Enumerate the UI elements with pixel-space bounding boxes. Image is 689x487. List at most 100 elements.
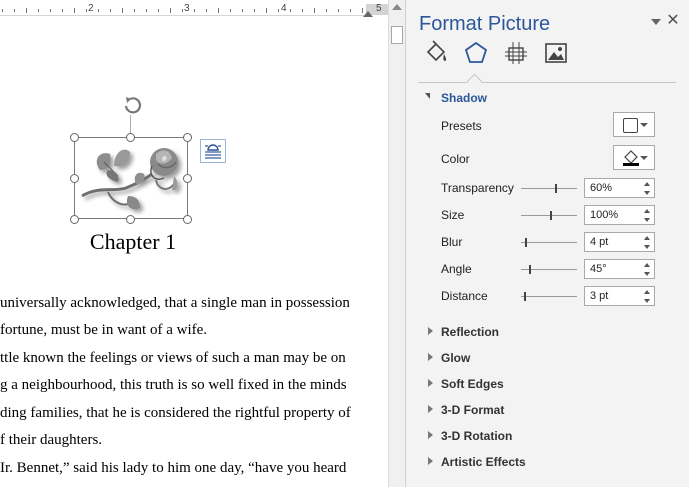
blur-value[interactable]: 4 pt bbox=[590, 236, 608, 248]
ruler-tick bbox=[86, 9, 87, 12]
spin-up-icon[interactable] bbox=[644, 263, 650, 267]
resize-handle-top-left[interactable] bbox=[70, 133, 79, 142]
resize-handle-bottom[interactable] bbox=[126, 215, 135, 224]
size-slider-thumb[interactable] bbox=[550, 211, 552, 220]
section-shadow[interactable]: Shadow bbox=[441, 91, 487, 105]
horizontal-ruler[interactable]: 2 3 4 5 bbox=[0, 0, 388, 18]
blur-slider-thumb[interactable] bbox=[525, 238, 527, 247]
distance-spinbox[interactable]: 3 pt bbox=[584, 286, 655, 306]
spin-up-icon[interactable] bbox=[644, 182, 650, 186]
ruler-tick bbox=[134, 9, 135, 12]
close-icon[interactable]: ✕ bbox=[666, 13, 680, 29]
resize-handle-bottom-right[interactable] bbox=[183, 215, 192, 224]
shadow-preset-icon bbox=[623, 118, 638, 133]
size-slider[interactable] bbox=[521, 211, 577, 220]
ruler-tick bbox=[230, 9, 231, 12]
rotate-handle-icon[interactable] bbox=[121, 94, 143, 116]
resize-handle-bottom-left[interactable] bbox=[70, 215, 79, 224]
collapsed-arrow-icon[interactable] bbox=[428, 353, 433, 361]
angle-value[interactable]: 45° bbox=[590, 263, 607, 275]
presets-dropdown[interactable] bbox=[613, 112, 655, 137]
size-spinbox[interactable]: 100% bbox=[584, 205, 655, 225]
angle-slider-thumb[interactable] bbox=[529, 265, 531, 274]
ruler-tick bbox=[242, 9, 243, 12]
body-text-line[interactable]: g a neighbourhood, this truth is so well… bbox=[0, 377, 347, 394]
rose-picture[interactable] bbox=[78, 140, 184, 216]
body-text-line[interactable]: universally acknowledged, that a single … bbox=[0, 295, 350, 312]
angle-spinbox[interactable]: 45° bbox=[584, 259, 655, 279]
ruler-tick bbox=[62, 9, 63, 12]
body-text-line[interactable]: ding families, that he is considered the… bbox=[0, 405, 351, 422]
layout-options-icon bbox=[205, 144, 221, 159]
transparency-value[interactable]: 60% bbox=[590, 182, 612, 194]
spin-up-icon[interactable] bbox=[644, 236, 650, 240]
vertical-scrollbar[interactable] bbox=[388, 0, 405, 487]
angle-slider[interactable] bbox=[521, 265, 577, 274]
size-label: Size bbox=[441, 208, 465, 222]
transparency-slider[interactable] bbox=[521, 184, 577, 193]
expanded-arrow-icon[interactable] bbox=[425, 93, 430, 99]
ruler-tick bbox=[266, 8, 267, 13]
scroll-up-arrow-icon[interactable] bbox=[392, 4, 402, 10]
spin-down-icon[interactable] bbox=[644, 272, 650, 276]
body-text-line[interactable]: Ir. Bennet,” said his lady to him one da… bbox=[0, 460, 346, 477]
body-text-line[interactable]: fortune, must be in want of a wife. bbox=[0, 322, 207, 339]
transparency-spinbox[interactable]: 60% bbox=[584, 178, 655, 198]
resize-handle-top[interactable] bbox=[126, 133, 135, 142]
ruler-tick bbox=[302, 9, 303, 12]
collapsed-arrow-icon[interactable] bbox=[428, 327, 433, 335]
ruler-mark: 5 bbox=[376, 3, 382, 14]
resize-handle-top-right[interactable] bbox=[183, 133, 192, 142]
color-swatch bbox=[623, 163, 639, 166]
picture-icon[interactable] bbox=[543, 40, 569, 66]
section-reflection[interactable]: Reflection bbox=[441, 325, 499, 339]
transparency-slider-thumb[interactable] bbox=[555, 184, 557, 193]
fill-line-icon[interactable] bbox=[423, 40, 449, 66]
section-glow[interactable]: Glow bbox=[441, 351, 470, 365]
section-soft-edges[interactable]: Soft Edges bbox=[441, 377, 504, 391]
scroll-thumb[interactable] bbox=[391, 26, 403, 44]
effects-icon[interactable] bbox=[463, 40, 489, 66]
ruler-tick bbox=[290, 9, 291, 12]
ruler-tick bbox=[26, 8, 27, 13]
section-artistic-effects[interactable]: Artistic Effects bbox=[441, 455, 526, 469]
document-area[interactable]: 2 3 4 5 Chapter 1 universally acknowledg… bbox=[0, 0, 388, 487]
category-divider bbox=[418, 82, 676, 83]
size-value[interactable]: 100% bbox=[590, 209, 618, 221]
blur-spinbox[interactable]: 4 pt bbox=[584, 232, 655, 252]
spin-down-icon[interactable] bbox=[644, 299, 650, 303]
resize-handle-right[interactable] bbox=[183, 174, 192, 183]
distance-value[interactable]: 3 pt bbox=[590, 290, 608, 302]
chapter-heading[interactable]: Chapter 1 bbox=[0, 229, 266, 255]
body-text-line[interactable]: ttle known the feelings or views of such… bbox=[0, 350, 346, 367]
spin-up-icon[interactable] bbox=[644, 290, 650, 294]
section-3-d-rotation[interactable]: 3-D Rotation bbox=[441, 429, 512, 443]
ruler-tick bbox=[98, 9, 99, 12]
layout-options-button[interactable] bbox=[200, 139, 226, 163]
distance-slider-thumb[interactable] bbox=[524, 292, 526, 301]
blur-slider[interactable] bbox=[521, 238, 577, 247]
shadow-color-dropdown[interactable] bbox=[613, 145, 655, 170]
chevron-down-icon bbox=[640, 156, 648, 160]
chevron-down-icon bbox=[640, 123, 648, 127]
right-indent-marker[interactable] bbox=[363, 11, 373, 17]
collapsed-arrow-icon[interactable] bbox=[428, 457, 433, 465]
pane-options-icon[interactable] bbox=[650, 17, 662, 27]
spin-down-icon[interactable] bbox=[644, 218, 650, 222]
spin-down-icon[interactable] bbox=[644, 191, 650, 195]
size-properties-icon[interactable] bbox=[503, 40, 529, 66]
collapsed-arrow-icon[interactable] bbox=[428, 379, 433, 387]
section-3-d-format[interactable]: 3-D Format bbox=[441, 403, 504, 417]
ruler-tick bbox=[50, 9, 51, 12]
body-text-line[interactable]: f their daughters. bbox=[0, 432, 102, 449]
collapsed-arrow-icon[interactable] bbox=[428, 405, 433, 413]
spin-up-icon[interactable] bbox=[644, 209, 650, 213]
ruler-mark: 3 bbox=[184, 3, 190, 14]
resize-handle-left[interactable] bbox=[70, 174, 79, 183]
spin-down-icon[interactable] bbox=[644, 245, 650, 249]
distance-slider[interactable] bbox=[521, 292, 577, 301]
collapsed-arrow-icon[interactable] bbox=[428, 431, 433, 439]
ruler-mark: 2 bbox=[88, 3, 94, 14]
active-category-pointer bbox=[466, 73, 483, 90]
color-label: Color bbox=[441, 152, 470, 166]
